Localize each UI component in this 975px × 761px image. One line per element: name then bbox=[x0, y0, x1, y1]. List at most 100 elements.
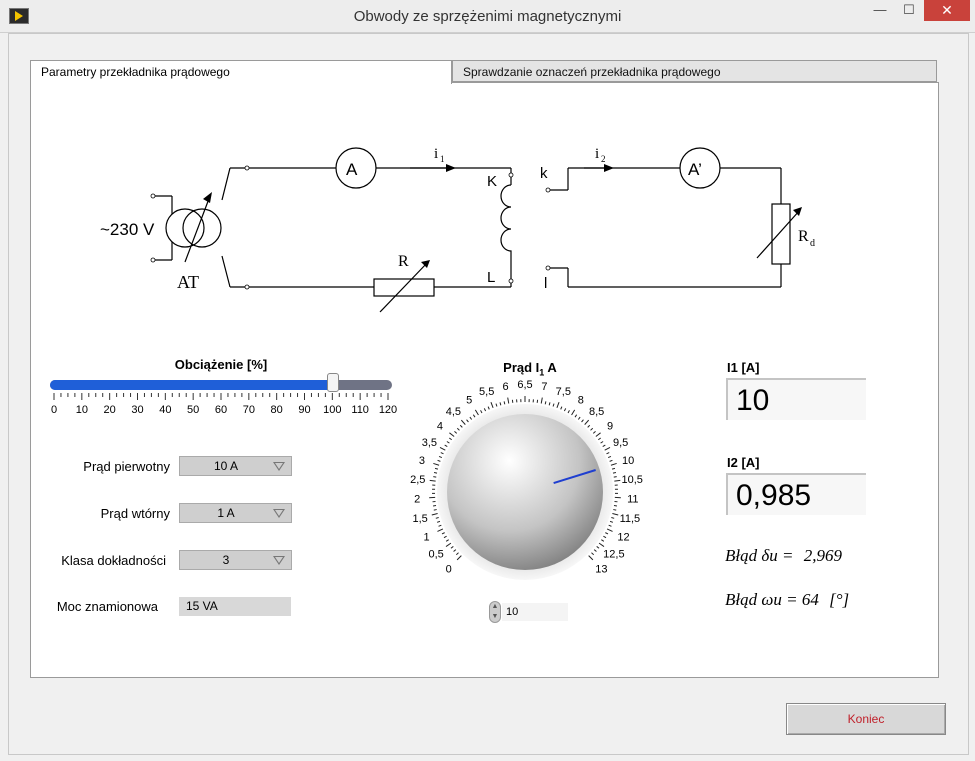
knob-tick-label: 2,5 bbox=[410, 474, 425, 486]
primary-current-select[interactable]: 10 A bbox=[179, 456, 292, 476]
knob-tick bbox=[608, 524, 612, 527]
current1-subscript: 1 bbox=[440, 154, 445, 164]
load-slider-thumb[interactable] bbox=[327, 373, 340, 392]
knob-tick bbox=[552, 403, 555, 407]
knob-tick bbox=[438, 524, 442, 527]
knob-tick bbox=[503, 401, 506, 405]
terminal-K-label: K bbox=[487, 173, 497, 190]
accuracy-class-select[interactable]: 3 bbox=[179, 550, 292, 570]
knob-tick bbox=[584, 419, 590, 425]
rated-power-label: Moc znamionowa bbox=[56, 599, 158, 614]
knob-tick bbox=[445, 539, 449, 542]
secondary-current-label: Prąd wtórny bbox=[100, 506, 170, 521]
knob-tick bbox=[459, 424, 463, 428]
spin-up-icon[interactable]: ▲ bbox=[490, 602, 500, 612]
knob-tick bbox=[544, 401, 547, 405]
current2-subscript: 2 bbox=[601, 154, 606, 164]
knob-tick bbox=[587, 424, 591, 428]
i1-indicator: 10 bbox=[726, 378, 866, 420]
knob-tick-label: 8 bbox=[578, 395, 584, 407]
i1-label: I1 [A] bbox=[727, 360, 760, 375]
knob-tick bbox=[571, 409, 576, 416]
phase-error-label: Błąd ωu = bbox=[725, 590, 798, 609]
slider-tick-label: 70 bbox=[243, 404, 255, 416]
accuracy-class-value: 3 bbox=[222, 553, 230, 567]
phase-error: Błąd ωu = 64 [°] bbox=[725, 590, 849, 610]
knob-tick bbox=[454, 431, 458, 434]
ratio-error: Błąd δu = 2,969 bbox=[725, 546, 842, 566]
secondary-current-select[interactable]: 1 A bbox=[179, 503, 292, 523]
knob-tick bbox=[433, 462, 440, 466]
knob-title-unit: A bbox=[544, 360, 557, 375]
knob-tick-label: 1,5 bbox=[412, 513, 427, 525]
load-slider-title: Obciążenie [%] bbox=[174, 357, 268, 372]
knob-tick bbox=[540, 397, 543, 404]
knob-tick-label: 12,5 bbox=[603, 548, 624, 560]
knob-tick bbox=[445, 542, 452, 547]
slider-tick-label: 60 bbox=[215, 404, 227, 416]
knob-tick bbox=[577, 416, 581, 420]
close-button[interactable]: ✕ bbox=[924, 0, 970, 21]
slider-tick-label: 40 bbox=[159, 404, 171, 416]
knob-tick bbox=[440, 452, 444, 455]
knob-tick bbox=[595, 432, 601, 437]
slider-tick-label: 20 bbox=[104, 404, 116, 416]
ratio-error-value: 2,969 bbox=[803, 546, 842, 565]
knob-tick bbox=[598, 542, 605, 547]
exit-button[interactable]: Koniec bbox=[786, 703, 946, 735]
knob-tick-label: 4,5 bbox=[446, 406, 461, 418]
load-resistor-label: R bbox=[798, 228, 809, 245]
minimize-button[interactable]: — bbox=[866, 0, 894, 22]
slider-tick-label: 30 bbox=[131, 404, 143, 416]
knob-tick bbox=[448, 437, 453, 441]
knob-tick bbox=[609, 459, 613, 462]
tab-marking-check[interactable]: Sprawdzanie oznaczeń przekładnika prądow… bbox=[452, 60, 937, 82]
knob-tick bbox=[480, 410, 483, 414]
current2-label: i bbox=[595, 146, 599, 162]
current-knob[interactable]: 00,511,522,533,544,555,5 6 6,5 7 7,588,599,5… bbox=[400, 378, 670, 598]
slider-tick-label: 90 bbox=[298, 404, 310, 416]
knob-tick-label: 6,5 bbox=[517, 379, 532, 391]
knob-tick bbox=[436, 520, 441, 523]
terminal-L-label: L bbox=[487, 269, 495, 286]
ratio-error-label: Błąd δu = bbox=[725, 546, 794, 565]
knob-tick bbox=[590, 427, 594, 431]
knob-tick bbox=[449, 432, 455, 437]
knob-tick bbox=[443, 535, 447, 539]
knob-tick bbox=[611, 467, 616, 470]
knob-tick bbox=[602, 444, 606, 448]
primary-current-label: Prąd pierwotny bbox=[83, 459, 170, 474]
knob-tick-label: 12 bbox=[617, 531, 629, 543]
ammeter2-label: A’ bbox=[688, 160, 702, 179]
knob-tick bbox=[607, 455, 612, 459]
knob-tick bbox=[433, 509, 437, 511]
knob-tick bbox=[437, 528, 444, 532]
knob-value-spinner[interactable]: ▲ ▼ bbox=[489, 601, 501, 623]
knob-tick bbox=[610, 462, 617, 466]
knob-tick-label: 0,5 bbox=[428, 548, 443, 560]
ammeter1-label: A bbox=[346, 160, 358, 179]
knob-tick-label: 9 bbox=[607, 420, 613, 432]
spin-down-icon[interactable]: ▼ bbox=[490, 612, 500, 622]
knob-tick bbox=[597, 437, 602, 441]
knob-tick-label: 2 bbox=[414, 494, 420, 506]
knob-tick bbox=[483, 408, 487, 412]
maximize-button[interactable]: ☐ bbox=[895, 0, 923, 22]
title-bar: Obwody ze sprzężenimi magnetycznymi — ☐ … bbox=[0, 0, 975, 33]
knob-tick-label: 5 bbox=[466, 395, 472, 407]
knob-tick bbox=[460, 419, 466, 425]
tab-parameters[interactable]: Parametry przekładnika prądowego bbox=[30, 60, 452, 84]
slider-tick-label: 10 bbox=[76, 404, 88, 416]
knob-tick bbox=[581, 419, 584, 423]
slider-tick-label: 120 bbox=[379, 404, 397, 416]
knob-tick bbox=[472, 414, 476, 418]
slider-tick-label: 0 bbox=[51, 404, 57, 416]
knob-tick bbox=[613, 509, 617, 511]
knob-tick bbox=[612, 471, 617, 474]
primary-current-value: 10 A bbox=[213, 459, 239, 473]
knob-tick bbox=[444, 444, 448, 448]
knob-tick-label: 11,5 bbox=[620, 513, 641, 525]
knob-value-input[interactable]: 10 bbox=[502, 603, 568, 621]
knob-tick bbox=[574, 414, 578, 418]
knob-tick bbox=[469, 416, 473, 420]
